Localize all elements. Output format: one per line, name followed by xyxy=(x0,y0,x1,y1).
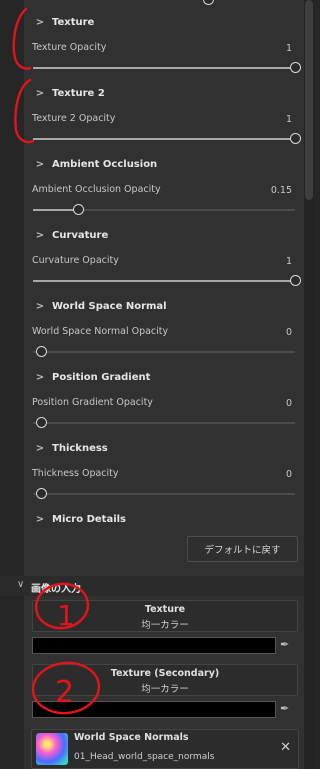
curvature-opacity-label: Curvature Opacity xyxy=(32,255,119,266)
world-space-normals-card[interactable]: World Space Normals 01_Head_world_space_… xyxy=(31,729,299,769)
chevron-right-icon: > xyxy=(35,300,45,312)
position-gradient-opacity-slider[interactable] xyxy=(33,416,295,430)
chevron-right-icon: > xyxy=(35,229,45,241)
curvature-opacity-slider[interactable] xyxy=(33,274,301,288)
texture-opacity-label: Texture Opacity xyxy=(32,42,107,53)
chevron-right-icon: > xyxy=(35,16,45,28)
reset-default-button[interactable]: デフォルトに戻す xyxy=(187,536,298,562)
section-header-texture-2[interactable]: > Texture 2 xyxy=(34,85,105,101)
ambient-occlusion-opacity-slider[interactable] xyxy=(33,203,295,217)
eyedropper-icon[interactable]: ✒ xyxy=(280,638,292,652)
chevron-right-icon: > xyxy=(35,513,45,525)
texture-opacity-value: 1 xyxy=(285,43,292,54)
section-header-ambient-occlusion[interactable]: > Ambient Occlusion xyxy=(34,156,157,172)
normal-map-thumbnail xyxy=(36,733,68,765)
texture-input-subtitle: 均一カラー xyxy=(141,620,189,631)
texture-file: 01_Head_world_space_normals xyxy=(74,752,215,762)
section-header-texture[interactable]: > Texture xyxy=(34,14,95,30)
chevron-right-icon: > xyxy=(35,442,45,454)
world-space-normal-opacity-slider[interactable] xyxy=(33,345,295,359)
texture-name: World Space Normals xyxy=(74,732,189,743)
chevron-right-icon: > xyxy=(35,87,45,99)
thickness-opacity-label: Thickness Opacity xyxy=(32,468,119,479)
scrollbar[interactable] xyxy=(304,0,314,769)
position-gradient-opacity-label: Position Gradient Opacity xyxy=(32,397,153,408)
image-inputs-title: 画像の入力 xyxy=(31,584,81,595)
thickness-opacity-value: 0 xyxy=(285,469,292,480)
scrollbar-thumb[interactable] xyxy=(305,0,313,200)
eyedropper-icon[interactable]: ✒ xyxy=(280,702,292,716)
chevron-right-icon: > xyxy=(35,371,45,383)
texture-opacity-slider[interactable] xyxy=(33,61,301,75)
world-space-normal-opacity-value: 0 xyxy=(285,327,292,338)
position-gradient-opacity-value: 0 xyxy=(285,398,292,409)
thickness-opacity-slider[interactable] xyxy=(33,487,295,501)
texture-color-swatch[interactable] xyxy=(32,637,276,654)
texture-2-opacity-label: Texture 2 Opacity xyxy=(32,113,116,124)
section-header-world-space-normal[interactable]: > World Space Normal xyxy=(34,298,167,314)
texture-secondary-color-swatch[interactable] xyxy=(32,701,276,718)
section-header-micro-details[interactable]: > Micro Details xyxy=(34,511,126,527)
texture-secondary-input-card[interactable]: Texture (Secondary) 均一カラー xyxy=(32,664,298,696)
section-header-thickness[interactable]: > Thickness xyxy=(34,440,108,456)
texture-input-title: Texture xyxy=(144,604,186,615)
world-space-normal-opacity-label: World Space Normal Opacity xyxy=(32,326,169,337)
texture-input-card[interactable]: Texture 均一カラー xyxy=(32,600,298,632)
close-icon[interactable]: ✕ xyxy=(280,740,291,755)
texture-2-opacity-value: 1 xyxy=(285,114,292,125)
ambient-occlusion-opacity-value: 0.15 xyxy=(270,185,292,196)
texture-secondary-input-title: Texture (Secondary) xyxy=(110,668,220,679)
texture-2-opacity-slider[interactable] xyxy=(33,132,301,146)
section-header-curvature[interactable]: > Curvature xyxy=(34,227,108,243)
ambient-occlusion-opacity-label: Ambient Occlusion Opacity xyxy=(32,184,161,195)
chevron-right-icon: > xyxy=(35,158,45,170)
section-header-position-gradient[interactable]: > Position Gradient xyxy=(34,369,151,385)
curvature-opacity-value: 1 xyxy=(285,256,292,267)
chevron-down-icon[interactable]: ∨ xyxy=(17,579,24,590)
texture-secondary-input-subtitle: 均一カラー xyxy=(141,684,189,695)
